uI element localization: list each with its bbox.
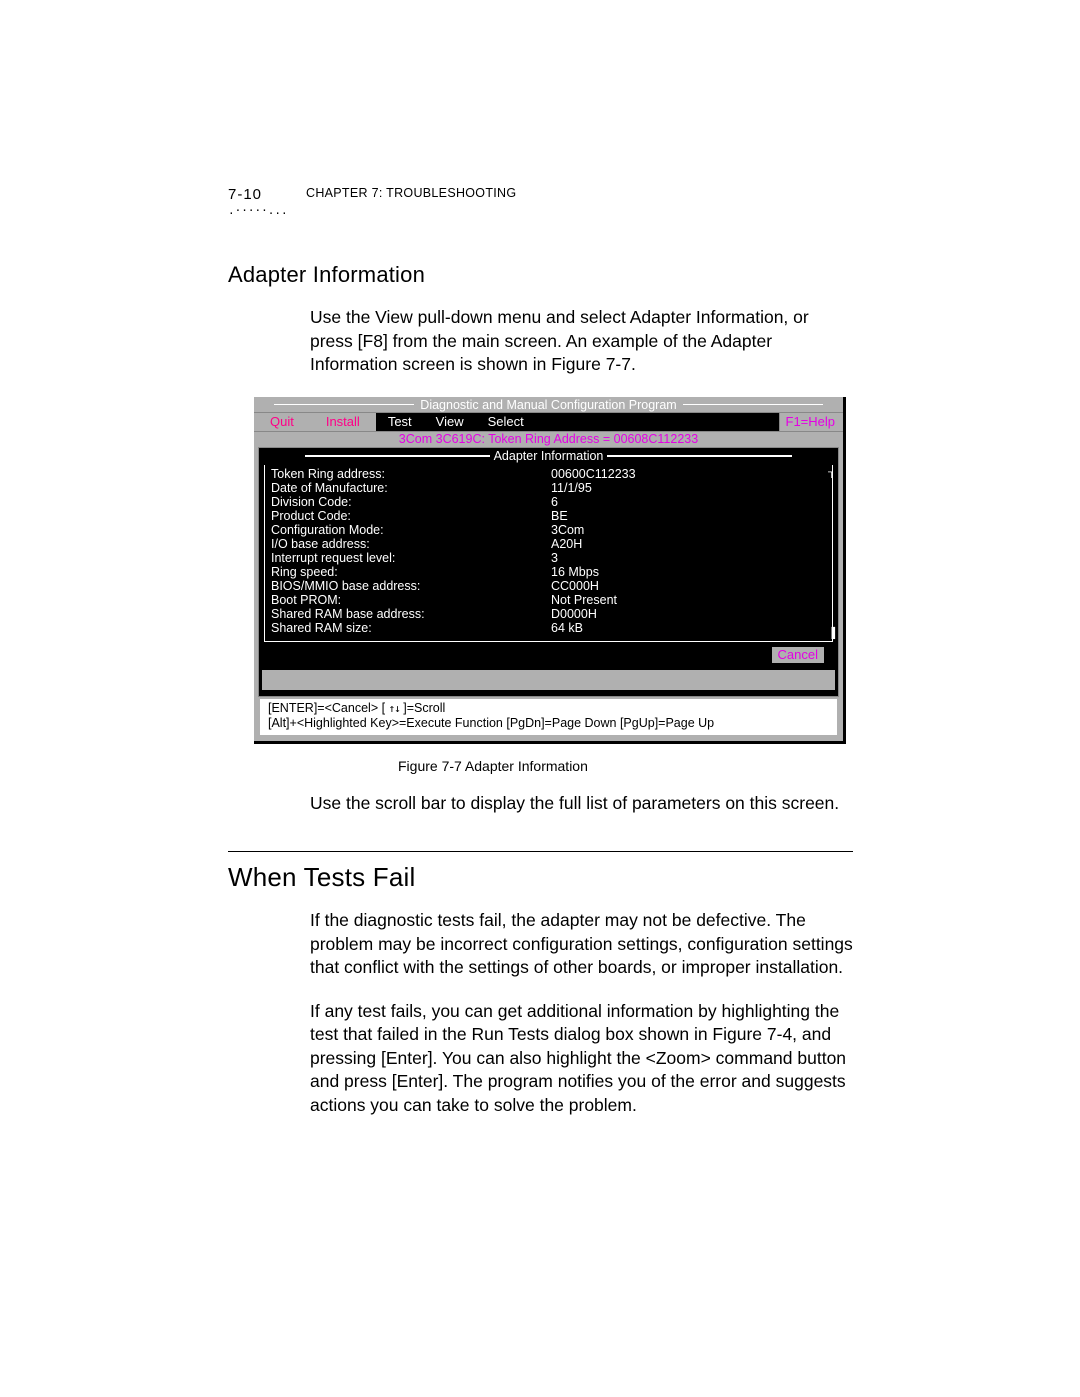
dos-cancel-row: Cancel — [262, 646, 827, 666]
menu-spacer — [536, 413, 779, 431]
menu-view[interactable]: View — [424, 413, 476, 431]
dos-footer-line-2: [Alt]+<Highlighted Key>=Execute Function… — [268, 716, 829, 731]
dos-address-line: 3Com 3C619C: Token Ring Address = 00608C… — [254, 432, 843, 447]
menu-install[interactable]: Install — [310, 413, 376, 431]
dos-inner-frame: Adapter Information Token Ring address:0… — [258, 447, 839, 697]
dos-program-title: Diagnostic and Manual Configuration Prog… — [420, 398, 676, 412]
param-row: Configuration Mode:3Com — [271, 523, 826, 537]
page-content: 7-10 .·····... CHAPTER 7: TROUBLESHOOTIN… — [228, 186, 853, 1137]
param-key: Product Code: — [271, 509, 551, 523]
param-key: Shared RAM size: — [271, 621, 551, 635]
para-adapter-info-2: Use the scroll bar to display the full l… — [310, 792, 853, 816]
param-key: Configuration Mode: — [271, 523, 551, 537]
param-row: Ring speed:16 Mbps — [271, 565, 826, 579]
param-value: Not Present — [551, 593, 826, 607]
param-value: 3 — [551, 551, 826, 565]
param-row: I/O base address:A20H — [271, 537, 826, 551]
param-key: Boot PROM: — [271, 593, 551, 607]
dos-footer-line-1: [ENTER]=<Cancel> [ ↑↓ ]=Scroll — [268, 701, 829, 716]
param-value: 6 — [551, 495, 826, 509]
para-tests-fail-1: If the diagnostic tests fail, the adapte… — [310, 909, 853, 980]
dos-inner-band — [262, 670, 835, 690]
param-key: Token Ring address: — [271, 467, 551, 481]
param-key: Interrupt request level: — [271, 551, 551, 565]
param-row: Interrupt request level:3 — [271, 551, 826, 565]
param-row: Product Code:BE — [271, 509, 826, 523]
param-key: Ring speed: — [271, 565, 551, 579]
menu-test[interactable]: Test — [376, 413, 424, 431]
double-rule-icon — [305, 455, 490, 457]
param-key: Date of Manufacture: — [271, 481, 551, 495]
dos-param-box: Token Ring address:00600C112233Date of M… — [264, 465, 833, 642]
page-header: 7-10 .·····... CHAPTER 7: TROUBLESHOOTIN… — [228, 186, 853, 214]
dos-menu-bar: Quit Install Test View Select F1=Help — [254, 412, 843, 432]
param-key: BIOS/MMIO base address: — [271, 579, 551, 593]
param-row: Shared RAM size:64 kB — [271, 621, 826, 635]
dos-window: Diagnostic and Manual Configuration Prog… — [254, 397, 846, 744]
param-value: 64 kB — [551, 621, 826, 635]
page-header-left: 7-10 .·····... — [228, 186, 306, 214]
param-value: 00600C112233 — [551, 467, 826, 481]
scrollbar-icon[interactable]: ┐▐ — [828, 467, 834, 639]
menu-select[interactable]: Select — [476, 413, 536, 431]
section-rule — [228, 851, 853, 852]
para-tests-fail-2: If any test fails, you can get additiona… — [310, 1000, 853, 1118]
param-value: 16 Mbps — [551, 565, 826, 579]
cancel-button[interactable]: Cancel — [772, 647, 827, 666]
section-title-adapter-info: Adapter Information — [228, 262, 853, 288]
dotted-divider-icon: .·····... — [228, 208, 306, 214]
param-row: Boot PROM:Not Present — [271, 593, 826, 607]
document-page: 7-10 .·····... CHAPTER 7: TROUBLESHOOTIN… — [0, 0, 1080, 1397]
section-title-tests-fail: When Tests Fail — [228, 862, 853, 893]
param-value: D0000H — [551, 607, 826, 621]
arrow-up-down-icon: ↑↓ — [389, 702, 400, 715]
param-row: Date of Manufacture:11/1/95 — [271, 481, 826, 495]
dos-inner-title-row: Adapter Information — [262, 449, 835, 463]
param-row: Shared RAM base address:D0000H — [271, 607, 826, 621]
param-key: Shared RAM base address: — [271, 607, 551, 621]
para-adapter-info-1: Use the View pull-down menu and select A… — [310, 306, 853, 377]
menu-quit[interactable]: Quit — [254, 413, 310, 431]
chapter-label: CHAPTER 7: TROUBLESHOOTING — [306, 186, 516, 200]
figure-caption: Figure 7-7 Adapter Information — [398, 758, 853, 774]
param-value: 3Com — [551, 523, 826, 537]
dos-inner-title: Adapter Information — [494, 449, 604, 463]
dos-footer: [ENTER]=<Cancel> [ ↑↓ ]=Scroll [Alt]+<Hi… — [260, 699, 837, 735]
page-number: 7-10 — [228, 186, 306, 203]
param-value: BE — [551, 509, 826, 523]
param-key: Division Code: — [271, 495, 551, 509]
title-rule-icon — [683, 404, 823, 405]
param-row: Division Code:6 — [271, 495, 826, 509]
title-rule-icon — [274, 404, 414, 405]
double-rule-icon — [607, 455, 792, 457]
menu-help[interactable]: F1=Help — [779, 413, 844, 431]
param-row: BIOS/MMIO base address:CC000H — [271, 579, 826, 593]
param-row: Token Ring address:00600C112233 — [271, 467, 826, 481]
param-value: A20H — [551, 537, 826, 551]
param-value: CC000H — [551, 579, 826, 593]
param-value: 11/1/95 — [551, 481, 826, 495]
dos-program-title-row: Diagnostic and Manual Configuration Prog… — [254, 397, 843, 412]
dos-param-table: Token Ring address:00600C112233Date of M… — [271, 467, 826, 635]
param-key: I/O base address: — [271, 537, 551, 551]
